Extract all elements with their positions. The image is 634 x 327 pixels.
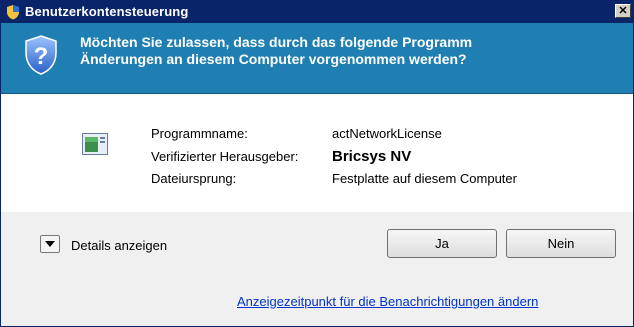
prompt-line-2: Änderungen an diesem Computer vorgenomme…	[80, 51, 467, 67]
notification-settings-link[interactable]: Anzeigezeitpunkt für die Benachrichtigun…	[237, 294, 538, 309]
close-button[interactable]: ✕	[615, 4, 631, 18]
file-origin-label: Dateiursprung:	[151, 171, 237, 186]
program-name-label: Programmname:	[151, 126, 248, 141]
no-button[interactable]: Nein	[506, 229, 616, 258]
file-origin-value: Festplatte auf diesem Computer	[332, 171, 517, 186]
uac-shield-icon: ?	[25, 35, 57, 75]
program-window-icon	[82, 133, 108, 155]
uac-dialog: Benutzerkontensteuerung ✕ ? Möchten Sie …	[0, 0, 634, 327]
details-label[interactable]: Details anzeigen	[71, 238, 167, 253]
prompt-banner: ? Möchten Sie zulassen, dass durch das f…	[1, 23, 633, 94]
prompt-line-1: Möchten Sie zulassen, dass durch das fol…	[80, 34, 473, 50]
publisher-label: Verifizierter Herausgeber:	[151, 149, 299, 164]
program-name-value: actNetworkLicense	[332, 126, 442, 141]
window-title: Benutzerkontensteuerung	[25, 4, 189, 19]
dialog-footer: Details anzeigen Ja Nein Anzeigezeitpunk…	[1, 212, 633, 326]
svg-text:?: ?	[34, 43, 49, 70]
chevron-down-icon	[45, 241, 55, 247]
details-toggle-button[interactable]	[40, 235, 60, 253]
yes-button[interactable]: Ja	[387, 229, 497, 258]
prompt-question: Möchten Sie zulassen, dass durch das fol…	[80, 34, 472, 68]
program-info-panel: Programmname: actNetworkLicense Verifizi…	[1, 94, 633, 212]
uac-shield-icon	[7, 5, 19, 20]
title-bar: Benutzerkontensteuerung ✕	[1, 1, 633, 23]
publisher-value: Bricsys NV	[332, 148, 412, 165]
